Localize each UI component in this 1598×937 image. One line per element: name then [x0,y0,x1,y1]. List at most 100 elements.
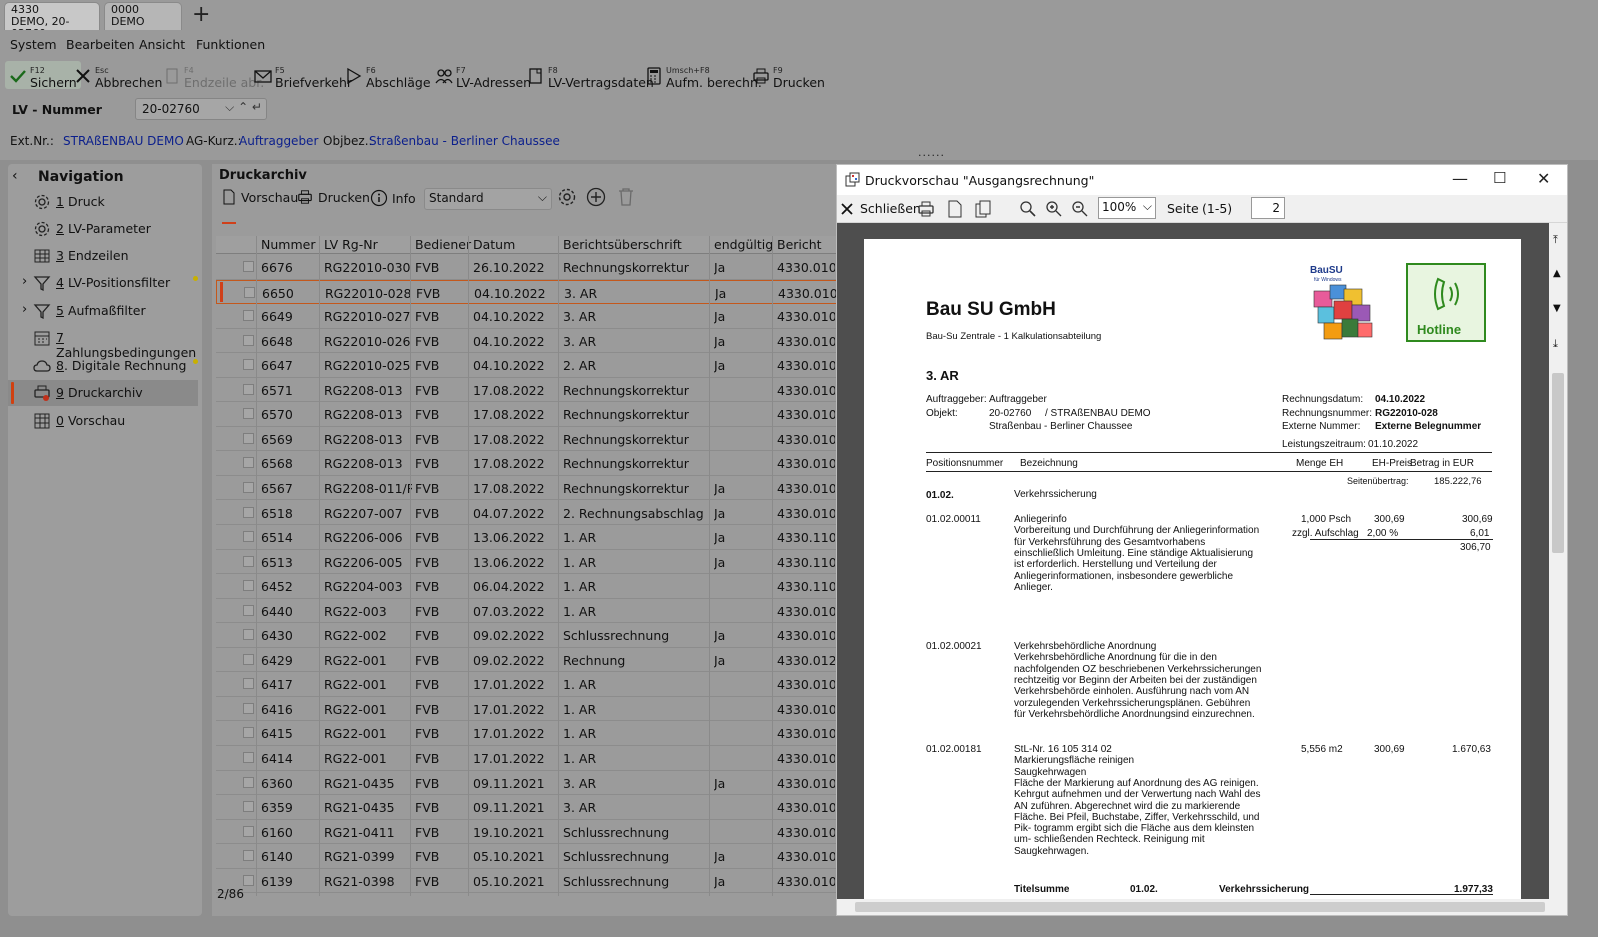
add-icon[interactable] [586,187,606,207]
row-checkbox[interactable] [243,310,254,322]
table-row[interactable]: 6417 RG22-001 FVB 17.01.2022 1. AR 4330.010 [216,672,837,697]
table-row[interactable]: 6570 RG2208-013 FVB 17.08.2022 Rechnungskorr… [216,402,837,427]
col-datum[interactable]: Datum [473,237,515,252]
menu-system[interactable]: System [10,37,57,52]
maximize-icon[interactable]: ☐ [1493,169,1506,187]
row-checkbox[interactable] [243,678,254,690]
nav-item-vorschau[interactable]: 0 Vorschau [8,408,202,434]
nav-item-digitale-rechnung[interactable]: 8. Digitale Rechnung [8,353,202,379]
splitter-handle[interactable]: ...... [918,146,945,159]
scroll-thumb[interactable] [1552,373,1564,553]
nav-item-zahlungsbedingungen[interactable]: 7 Zahlungsbedingungen [8,325,202,360]
row-checkbox[interactable] [243,555,254,567]
column-separator[interactable] [709,236,710,896]
nav-item-druck[interactable]: 1 Druck [8,189,202,215]
zoom-out-icon[interactable] [1071,200,1089,218]
row-checkbox[interactable] [243,261,254,272]
table-row[interactable]: 6160 RG21-0411 FVB 19.10.2021 Schlussrechnun… [216,820,837,845]
horizontal-scrollbar[interactable] [837,899,1549,915]
add-tab-icon[interactable]: + [192,3,210,27]
calculate-measurement-button[interactable]: Umsch+F8 Aufm. berechn. [645,61,762,89]
nav-item-lv-positionsfilter[interactable]: › 4 LV-Positionsfilter [8,270,202,296]
col-bericht[interactable]: Bericht [777,237,822,252]
row-checkbox[interactable] [243,432,254,444]
column-separator[interactable] [558,236,559,896]
table-row[interactable]: 6518 RG2207-007 FVB 04.07.2022 2. Rechnungsa… [216,501,837,525]
row-checkbox[interactable] [243,604,254,616]
page-number-input[interactable]: 2 [1251,197,1285,219]
zoom-fit-icon[interactable] [1019,200,1037,218]
table-row[interactable]: 6647 RG22010-025 FVB 04.10.2022 2. AR Ja 4330.… [216,353,837,378]
ext-nr-value[interactable]: STRAßENBAU DEMO [63,134,184,148]
column-separator[interactable] [468,236,469,896]
table-row[interactable]: 6648 RG22010-026 FVB 04.10.2022 3. AR Ja 4330.… [216,329,837,354]
table-row[interactable]: 6440 RG22-003 FVB 07.03.2022 1. AR 4330.010 [216,599,837,624]
table-row[interactable]: 6429 RG22-001 FVB 09.02.2022 Rechnung Ja 4330.… [216,648,837,673]
archive-print-button[interactable]: Drucken [296,189,370,205]
multi-page-icon[interactable] [975,200,993,218]
close-preview-button[interactable]: Schließen [840,201,921,216]
printer-icon[interactable] [917,200,935,218]
cancel-button[interactable]: Esc Abbrechen [74,61,162,89]
zoom-select[interactable]: 100% ⌵ [1098,197,1156,219]
lv-number-input[interactable]: 20-02760 ⌵ ⌃ ↵ [135,98,267,120]
table-row[interactable]: 6649 RG22010-027 FVB 04.10.2022 3. AR Ja 4330.… [216,304,837,329]
tab-project-0000[interactable]: 0000 DEMO [104,2,182,30]
row-checkbox[interactable] [243,383,254,395]
last-page-icon[interactable]: ⤓ [1553,337,1558,351]
row-checkbox[interactable] [243,727,254,739]
row-checkbox[interactable] [243,408,254,420]
table-row[interactable]: 6139 RG21-0398 FVB 05.10.2021 Schlussrechnun… [216,869,837,894]
row-checkbox[interactable] [243,334,254,346]
nav-item-aufmassfilter[interactable]: › 5 Aufmaßfilter [8,298,202,324]
nav-item-druckarchiv[interactable]: 9 Druckarchiv [8,380,198,406]
row-checkbox[interactable] [243,531,254,543]
table-row[interactable]: 6568 RG2208-013 FVB 17.08.2022 Rechnungskorr… [216,451,837,476]
previous-page-icon[interactable]: ▲ [1553,268,1561,279]
table-row[interactable]: 6416 RG22-001 FVB 17.01.2022 1. AR 4330.010 [216,697,837,722]
col-berichtsueberschrift[interactable]: Berichtsüberschrift [563,237,682,252]
row-checkbox[interactable] [243,850,254,862]
menu-ansicht[interactable]: Ansicht [139,37,185,52]
ag-kurz-value[interactable]: Auftraggeber [239,134,318,148]
menu-bearbeiten[interactable]: Bearbeiten [66,37,135,52]
row-checkbox[interactable] [243,481,254,493]
row-checkbox[interactable] [243,874,254,886]
preview-button[interactable]: Vorschau [221,189,298,205]
minimize-icon[interactable]: — [1452,169,1468,188]
lv-contract-data-button[interactable]: F8 LV-Vertragsdaten [527,61,654,89]
objbez-value[interactable]: Straßenbau - Berliner Chaussee [369,134,560,148]
row-checkbox[interactable] [243,359,254,371]
chevron-right-icon[interactable]: › [22,274,27,289]
page-icon[interactable] [947,200,963,218]
row-checkbox[interactable] [243,801,254,813]
view-select[interactable]: Standard ⌵ [424,188,552,210]
nav-item-endzeilen[interactable]: 3 Endzeilen [8,243,202,269]
table-row[interactable]: 6650 RG22010-028 FVB 04.10.2022 3. AR Ja 4330.… [216,279,837,305]
deductions-button[interactable]: F6 Abschläge [345,61,431,89]
correspondence-button[interactable]: F5 Briefverkehr [254,61,352,89]
col-lv-rg-nr[interactable]: LV Rg-Nr [324,237,378,252]
menu-funktionen[interactable]: Funktionen [196,37,265,52]
table-row[interactable]: 6571 RG2208-013 FVB 17.08.2022 Rechnungskorr… [216,378,837,403]
col-endgueltig[interactable]: endgültig [714,237,773,252]
table-row[interactable]: 6513 RG2206-005 FVB 13.06.2022 1. AR Ja 4330.1… [216,550,837,575]
row-checkbox[interactable] [243,506,254,518]
row-checkbox[interactable] [243,457,254,469]
gear-icon[interactable] [557,187,577,207]
scroll-thumb-horizontal[interactable] [855,902,1545,912]
column-separator[interactable] [256,236,257,896]
col-nummer[interactable]: Nummer [261,237,315,252]
row-checkbox[interactable] [244,286,255,298]
nav-item-lv-parameter[interactable]: 2 LV-Parameter [8,216,202,242]
row-checkbox[interactable] [243,702,254,714]
table-row[interactable]: 6140 RG21-0399 FVB 05.10.2021 Schlussrechnun… [216,844,837,869]
print-button[interactable]: F9 Drucken [752,61,825,89]
row-checkbox[interactable] [243,776,254,788]
table-row[interactable]: 6514 RG2206-006 FVB 13.06.2022 1. AR Ja 4330.1… [216,525,837,550]
table-row[interactable]: 6676 RG22010-030 FVB 26.10.2022 Rechnungskor… [216,255,837,280]
column-separator[interactable] [319,236,320,896]
table-row[interactable]: 6430 RG22-002 FVB 09.02.2022 Schlussrechnung… [216,623,837,648]
table-row[interactable]: 6452 RG2204-003 FVB 06.04.2022 1. AR 4330.110 [216,574,837,599]
col-bediener[interactable]: Bediener [415,237,471,252]
